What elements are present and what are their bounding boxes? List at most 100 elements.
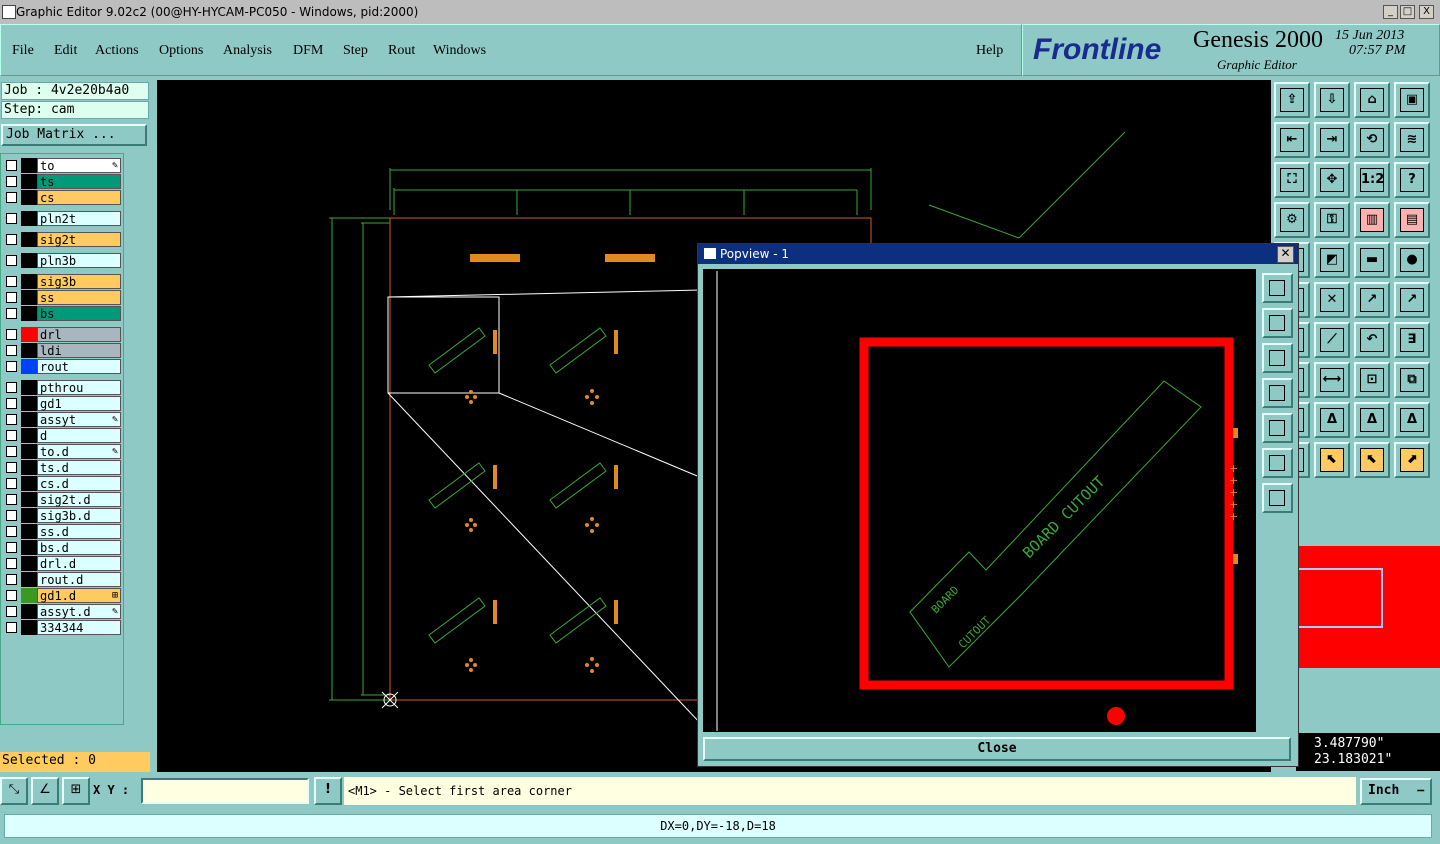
- layer-row[interactable]: ts.d: [3, 460, 121, 475]
- layer-row[interactable]: cs.d: [3, 476, 121, 491]
- layer-row[interactable]: sig2t.d: [3, 492, 121, 507]
- layer-checkbox[interactable]: [6, 510, 17, 521]
- layer-color-swatch[interactable]: [21, 396, 37, 411]
- layer-name[interactable]: rout.d: [37, 572, 121, 587]
- tool-26-icon[interactable]: ↶: [1354, 322, 1390, 358]
- layer-color-swatch[interactable]: [21, 412, 37, 427]
- layer-checkbox[interactable]: [6, 558, 17, 569]
- layer-checkbox[interactable]: [6, 446, 17, 457]
- tool-30-icon[interactable]: ⊡: [1354, 362, 1390, 398]
- tool-31-icon[interactable]: ⧉: [1394, 362, 1430, 398]
- layer-color-swatch[interactable]: [21, 306, 37, 321]
- tool-34-icon[interactable]: Δ: [1354, 402, 1390, 438]
- layer-row[interactable]: sig3b: [3, 274, 121, 289]
- layer-name[interactable]: ts.d: [37, 460, 121, 475]
- layer-checkbox[interactable]: [6, 308, 17, 319]
- popview-tool-4-icon[interactable]: [1262, 378, 1293, 408]
- layer-color-swatch[interactable]: [21, 290, 37, 305]
- layer-color-swatch[interactable]: [21, 492, 37, 507]
- layer-name[interactable]: ts: [37, 174, 121, 189]
- tool-38-icon[interactable]: ⬉: [1354, 442, 1390, 478]
- layer-name[interactable]: pln3b: [37, 253, 121, 268]
- layer-checkbox[interactable]: [6, 255, 17, 266]
- layer-row[interactable]: drl.d: [3, 556, 121, 571]
- layer-color-swatch[interactable]: [21, 327, 37, 342]
- close-window-button[interactable]: X: [1419, 5, 1434, 19]
- grid-mode-icon[interactable]: ⊞: [62, 777, 90, 805]
- layer-name[interactable]: bs: [37, 306, 121, 321]
- layer-checkbox[interactable]: [6, 478, 17, 489]
- layer-row[interactable]: to ✎: [3, 158, 121, 173]
- layers-toggle-icon[interactable]: ▥: [1354, 202, 1390, 238]
- layer-checkbox[interactable]: [6, 276, 17, 287]
- layer-checkbox[interactable]: [6, 345, 17, 356]
- layer-name[interactable]: rout: [37, 359, 121, 374]
- popview-canvas[interactable]: BOARD CUTOUT BOARD CUTOUT + + + + +: [703, 269, 1256, 732]
- layer-color-swatch[interactable]: [21, 158, 37, 173]
- layer-row[interactable]: ldi: [3, 343, 121, 358]
- layer-color-swatch[interactable]: [21, 476, 37, 491]
- menu-rout[interactable]: Rout: [388, 43, 415, 59]
- layer-color-swatch[interactable]: [21, 380, 37, 395]
- layer-color-swatch[interactable]: [21, 572, 37, 587]
- layer-checkbox[interactable]: [6, 526, 17, 537]
- menu-options[interactable]: Options: [159, 43, 203, 59]
- layer-row[interactable]: ts: [3, 174, 121, 189]
- minimize-button[interactable]: _: [1383, 5, 1398, 19]
- snap-icon[interactable]: ≋: [1394, 122, 1430, 158]
- tool-17-icon[interactable]: ◩: [1314, 242, 1350, 278]
- menu-dfm[interactable]: DFM: [293, 43, 323, 59]
- layer-row[interactable]: pln3b: [3, 253, 121, 268]
- layer-row[interactable]: d: [3, 428, 121, 443]
- layer-name[interactable]: ss: [37, 290, 121, 305]
- layer-color-swatch[interactable]: [21, 232, 37, 247]
- layer-row[interactable]: ss.d: [3, 524, 121, 539]
- layer-row[interactable]: rout: [3, 359, 121, 374]
- layer-color-swatch[interactable]: [21, 620, 37, 635]
- layer-color-swatch[interactable]: [21, 588, 37, 603]
- layer-checkbox[interactable]: [6, 361, 17, 372]
- layer-row[interactable]: rout.d: [3, 572, 121, 587]
- zoom-back-icon[interactable]: ⇩: [1314, 82, 1350, 118]
- layer-color-swatch[interactable]: [21, 540, 37, 555]
- layer-name[interactable]: ss.d: [37, 524, 121, 539]
- layer-color-swatch[interactable]: [21, 556, 37, 571]
- layer-name[interactable]: assyt.d ✎: [37, 604, 121, 619]
- layer-row[interactable]: pln2t: [3, 211, 121, 226]
- layer-name[interactable]: bs.d: [37, 540, 121, 555]
- menu-step[interactable]: Step: [343, 43, 368, 59]
- fit-icon[interactable]: ⛶: [1274, 162, 1310, 198]
- layer-color-swatch[interactable]: [21, 460, 37, 475]
- layer-color-swatch[interactable]: [21, 508, 37, 523]
- layer-name[interactable]: pln2t: [37, 211, 121, 226]
- layers-compare-icon[interactable]: ▤: [1394, 202, 1430, 238]
- layer-color-swatch[interactable]: [21, 428, 37, 443]
- tool-33-icon[interactable]: Δ: [1314, 402, 1350, 438]
- layer-checkbox[interactable]: [6, 329, 17, 340]
- layer-name[interactable]: drl: [37, 327, 121, 342]
- tool-39-icon[interactable]: ⬈: [1394, 442, 1430, 478]
- layer-name[interactable]: gd1.d ⊞: [37, 588, 121, 603]
- layer-name[interactable]: cs.d: [37, 476, 121, 491]
- layer-checkbox[interactable]: [6, 462, 17, 473]
- menu-analysis[interactable]: Analysis: [223, 43, 272, 59]
- layer-checkbox[interactable]: [6, 160, 17, 171]
- layer-checkbox[interactable]: [6, 606, 17, 617]
- menu-edit[interactable]: Edit: [54, 43, 77, 59]
- zoom-window-icon[interactable]: ▣: [1394, 82, 1430, 118]
- layer-checkbox[interactable]: [6, 292, 17, 303]
- layer-name[interactable]: 334344: [37, 620, 121, 635]
- measure-mode-icon[interactable]: ∠: [31, 777, 59, 805]
- tool-18-icon[interactable]: ▬: [1354, 242, 1390, 278]
- layer-color-swatch[interactable]: [21, 190, 37, 205]
- job-matrix-button[interactable]: Job Matrix ...: [1, 124, 147, 146]
- layer-checkbox[interactable]: [6, 542, 17, 553]
- layer-color-swatch[interactable]: [21, 524, 37, 539]
- key-icon[interactable]: ⚿: [1314, 202, 1350, 238]
- layer-checkbox[interactable]: [6, 622, 17, 633]
- tool-19-icon[interactable]: ●: [1394, 242, 1430, 278]
- unit-select[interactable]: Inch ⎯: [1360, 778, 1432, 805]
- layer-checkbox[interactable]: [6, 430, 17, 441]
- maximize-button[interactable]: □: [1400, 5, 1415, 19]
- popview-tool-1-icon[interactable]: [1262, 273, 1293, 303]
